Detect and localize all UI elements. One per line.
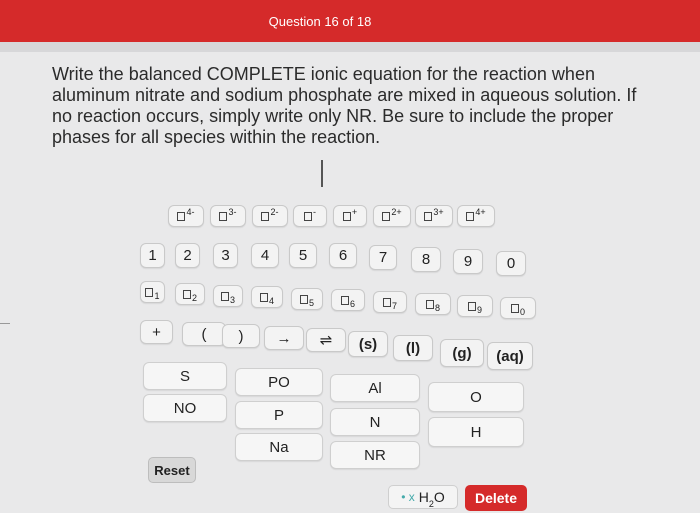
element-key-s[interactable]: S (143, 362, 227, 390)
coefficient-key-1[interactable]: 1 (140, 243, 165, 268)
charge-key-plus[interactable]: + (333, 205, 367, 227)
top-bar: Question 16 of 18 (0, 0, 700, 42)
element-key-n[interactable]: N (330, 408, 420, 436)
phase-gas-key[interactable]: (g) (440, 339, 484, 367)
close-paren-key[interactable]: ) (222, 324, 260, 348)
coefficient-key-6[interactable]: 6 (329, 243, 357, 268)
charge-key-4-plus[interactable]: 4+ (457, 205, 495, 227)
coefficient-key-8[interactable]: 8 (411, 247, 441, 272)
subscript-key-8[interactable]: 8 (415, 293, 451, 315)
subscript-key-2[interactable]: 2 (175, 283, 205, 305)
element-key-al[interactable]: Al (330, 374, 420, 402)
phase-liquid-key[interactable]: (l) (393, 335, 433, 361)
subscript-key-0[interactable]: 0 (500, 297, 536, 319)
subscript-key-7[interactable]: 7 (373, 291, 407, 313)
subscript-key-5[interactable]: 5 (291, 288, 323, 310)
charge-key-2-minus[interactable]: 2- (252, 205, 288, 227)
element-key-na[interactable]: Na (235, 433, 323, 461)
reaction-arrow-key[interactable]: → (264, 326, 304, 350)
divider (0, 323, 10, 324)
coefficient-key-5[interactable]: 5 (289, 243, 317, 268)
coefficient-key-3[interactable]: 3 (213, 243, 238, 268)
phase-aqueous-key[interactable]: (aq) (487, 342, 533, 370)
plus-key[interactable]: + (140, 320, 173, 344)
question-counter: Question 16 of 18 (268, 14, 372, 29)
phase-solid-key[interactable]: (s) (348, 331, 388, 357)
element-key-h[interactable]: H (428, 417, 524, 447)
coefficient-key-0[interactable]: 0 (496, 251, 526, 276)
water-prefix: • x (401, 490, 415, 504)
element-key-po[interactable]: PO (235, 368, 323, 396)
element-key-no[interactable]: NO (143, 394, 227, 422)
coefficient-key-7[interactable]: 7 (369, 245, 397, 270)
charge-key-minus[interactable]: - (293, 205, 327, 227)
subscript-key-1[interactable]: 1 (140, 281, 165, 303)
charge-key-3-plus[interactable]: 3+ (415, 205, 453, 227)
charge-key-4-minus[interactable]: 4- (168, 205, 204, 227)
coefficient-key-9[interactable]: 9 (453, 249, 483, 274)
open-paren-key[interactable]: ( (182, 322, 226, 346)
question-text: Write the balanced COMPLETE ionic equati… (52, 64, 637, 147)
subscript-key-3[interactable]: 3 (213, 285, 243, 307)
coefficient-key-2[interactable]: 2 (175, 243, 200, 268)
charge-key-2-plus[interactable]: 2+ (373, 205, 411, 227)
equilibrium-arrow-key[interactable]: ⇌ (306, 328, 346, 352)
element-key-o[interactable]: O (428, 382, 524, 412)
charge-key-3-minus[interactable]: 3- (210, 205, 246, 227)
delete-button[interactable]: Delete (465, 485, 527, 511)
reset-button[interactable]: Reset (148, 457, 196, 483)
answer-input-cursor[interactable] (321, 160, 323, 187)
subscript-key-9[interactable]: 9 (457, 295, 493, 317)
nr-key[interactable]: NR (330, 441, 420, 469)
element-key-p[interactable]: P (235, 401, 323, 429)
water-formula: H2O (418, 489, 445, 509)
water-molecule-button[interactable]: • x H2O (388, 485, 458, 509)
coefficient-key-4[interactable]: 4 (251, 243, 279, 268)
header-shadow (0, 42, 700, 52)
subscript-key-4[interactable]: 4 (251, 286, 283, 308)
subscript-key-6[interactable]: 6 (331, 289, 365, 311)
